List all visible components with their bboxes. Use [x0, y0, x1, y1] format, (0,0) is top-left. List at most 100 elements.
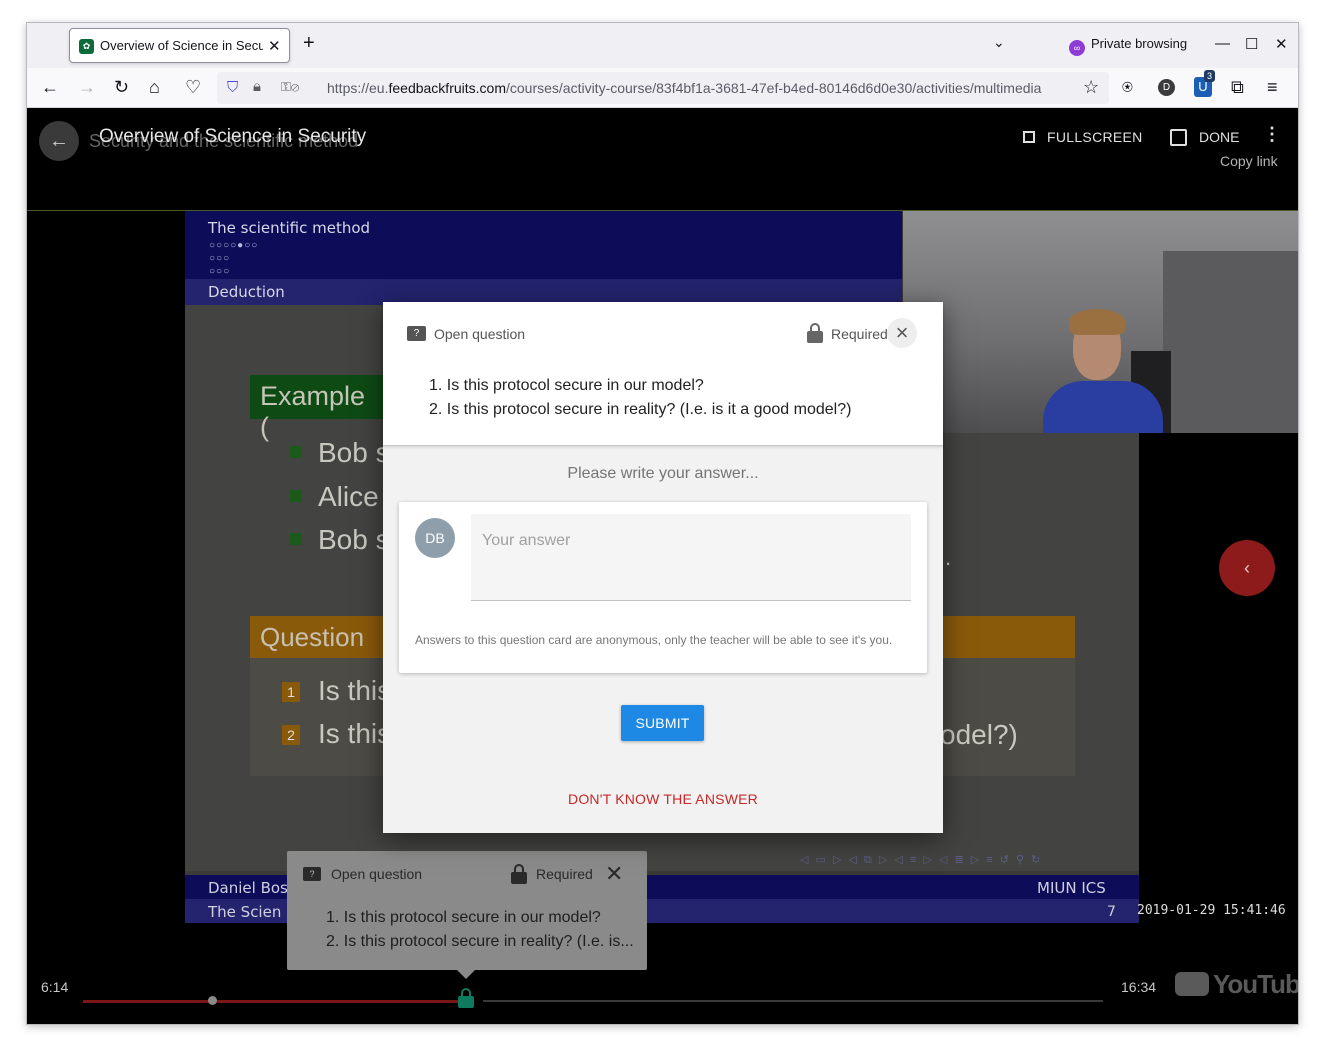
tab-strip: ✿ Overview of Science in Secu ✕ + ⌄ ∞ Pri…	[27, 23, 1298, 68]
maximize-icon[interactable]: ☐	[1245, 35, 1258, 53]
slide-subsection: Deduction	[208, 283, 285, 301]
progress-played[interactable]	[83, 1000, 460, 1003]
webcam-shelf	[1163, 251, 1298, 433]
checkbox-icon	[1170, 129, 1187, 146]
fullscreen-label: FULLSCREEN	[1047, 129, 1143, 145]
private-browsing-indicator: ∞ Private browsing	[1069, 36, 1187, 56]
avatar: DB	[415, 518, 455, 558]
recording-timestamp: 2019-01-29 15:41:46	[1137, 903, 1286, 918]
private-browsing-label: Private browsing	[1091, 36, 1188, 51]
question-tail-text: odel?)	[940, 719, 1018, 750]
youtube-label: YouTube	[1213, 969, 1299, 999]
back-icon[interactable]: ←	[41, 77, 59, 97]
youtube-logo[interactable]: YouTube	[1175, 969, 1299, 1000]
page-content: ← Security and the scientific method Ove…	[27, 109, 1299, 1024]
answer-prompt: Please write your answer...	[567, 465, 759, 482]
url-bar[interactable]: ⛉ 🔒︎ ⚿⊘ https://eu.feedbackfruits.com/co…	[217, 72, 1109, 104]
dont-know-button[interactable]: DON'T KNOW THE ANSWER	[383, 791, 943, 807]
close-preview-icon[interactable]: ✕	[605, 861, 623, 887]
preview-question-1: 1. Is this protocol secure in our model?	[326, 909, 601, 926]
account-avatar-icon[interactable]: D	[1158, 79, 1175, 96]
bullet-square-icon	[290, 533, 302, 545]
bookmark-star-icon[interactable]: ☆	[1083, 77, 1099, 98]
bullet-text: Alice	[318, 481, 379, 512]
feedbackfruits-favicon-icon: ✿	[79, 39, 94, 54]
private-mask-icon: ∞	[1069, 40, 1085, 56]
browser-tab[interactable]: ✿ Overview of Science in Secu ✕	[69, 28, 290, 63]
youtube-play-icon	[1175, 972, 1209, 996]
example-block-title: Example (	[250, 375, 390, 442]
url-text[interactable]: https://eu.feedbackfruits.com/courses/ac…	[327, 80, 1075, 96]
slide-period: .	[945, 545, 952, 570]
slide-section: The scientific method	[208, 219, 371, 237]
forward-icon[interactable]: →	[78, 77, 96, 97]
slide-question-item: 2 Is this	[282, 718, 391, 750]
question-text: Is this	[318, 675, 392, 706]
required-label: Required	[831, 326, 888, 342]
webcam-inset	[903, 211, 1298, 433]
extensions-puzzle-icon[interactable]: ⧉	[1231, 77, 1244, 97]
slide-header: The scientific method ○○○○●○○ ○○○ ○○○	[185, 211, 902, 279]
preview-question-2: 2. Is this protocol secure in reality? (…	[326, 933, 634, 950]
question-1: 1. Is this protocol secure in our model?	[429, 377, 704, 394]
progress-knob[interactable]	[208, 996, 217, 1005]
minimize-icon[interactable]: —	[1215, 35, 1230, 52]
previous-question-chevron-icon[interactable]: ‹	[1219, 540, 1275, 596]
tab-title: Overview of Science in Secu	[100, 38, 263, 53]
bullet-square-icon	[290, 490, 302, 502]
progress-remaining[interactable]	[483, 1000, 1103, 1002]
current-time: 6:14	[41, 979, 69, 995]
beamer-nav-symbols: ◁ ▭ ▷ ◁ ⧉ ▷ ◁ ≡ ▷ ◁ ≣ ▷ ≡ ↺ ⚲ ↻	[800, 854, 1043, 866]
close-tab-icon[interactable]: ✕	[268, 37, 281, 55]
tracking-protection-shield-icon[interactable]: ⛉	[227, 79, 238, 96]
question-type-label: Open question	[331, 866, 423, 882]
browser-window: ✿ Overview of Science in Secu ✕ + ⌄ ∞ Pri…	[26, 22, 1299, 1025]
answer-card: DB Answers to this question card are ano…	[399, 502, 927, 673]
navigation-bar: ← → ↻ ⌂ ♡ ⛉ 🔒︎ ⚿⊘ https://eu.feedbackfru…	[27, 68, 1298, 108]
submit-button[interactable]: SUBMIT	[621, 705, 704, 741]
home-icon[interactable]: ⌂	[149, 77, 160, 97]
preview-card-pointer	[457, 970, 475, 979]
slide-bullet: Alice	[290, 481, 379, 513]
video-title: Overview of Science in Security	[99, 126, 367, 147]
menu-hamburger-icon[interactable]: ≡	[1267, 77, 1278, 97]
list-all-tabs-chevron-icon[interactable]: ⌄	[993, 34, 1005, 51]
lock-icon[interactable]: 🔒︎	[253, 78, 261, 95]
url-prefix: https://eu.	[327, 80, 389, 96]
fullscreen-icon	[1023, 131, 1035, 143]
dialog-header: ? Open question Required × 1. Is this pr…	[383, 302, 943, 446]
pocket-icon[interactable]: ♡	[185, 77, 201, 97]
new-tab-icon[interactable]: +	[303, 32, 315, 55]
copy-link-tooltip: Copy link	[1220, 153, 1278, 169]
close-window-icon[interactable]: ✕	[1275, 35, 1288, 53]
slide-author: Daniel Bos	[208, 879, 288, 897]
anonymity-note: Answers to this question card are anonym…	[415, 633, 893, 647]
question-type-label: Open question	[434, 326, 526, 342]
extension-badge: 3	[1204, 70, 1216, 82]
required-lock-icon	[511, 864, 527, 884]
slide-footer-title: The Scien	[208, 903, 282, 921]
permissions-icon[interactable]: ⚿⊘	[281, 79, 299, 95]
question-marker-lock-icon[interactable]	[458, 988, 475, 1008]
slide-nav-dots: ○○○○●○○ ○○○ ○○○	[209, 240, 259, 277]
close-dialog-icon[interactable]: ×	[887, 318, 917, 348]
done-checkbox[interactable]: DONE	[1170, 129, 1239, 146]
duration: 16:34	[1121, 979, 1157, 995]
bullet-text: Bob s	[318, 437, 390, 468]
required-lock-icon	[807, 323, 823, 343]
answer-input[interactable]	[471, 514, 911, 601]
more-options-icon[interactable]: ⋮	[1263, 125, 1281, 143]
reload-icon[interactable]: ↻	[114, 77, 129, 97]
save-to-pocket-icon[interactable]: ⍟	[1122, 77, 1133, 97]
back-arrow-icon[interactable]: ←	[39, 121, 79, 161]
question-card-icon: ?	[407, 326, 426, 341]
bullet-text: Bob s	[318, 524, 390, 555]
bullet-square-icon	[290, 446, 302, 458]
question-card-icon: ?	[303, 867, 321, 881]
url-domain: feedbackfruits.com	[388, 80, 506, 96]
presenter-hair	[1069, 309, 1125, 335]
question-preview-card[interactable]: ? Open question Required ✕ 1. Is this pr…	[287, 851, 647, 970]
fullscreen-button[interactable]: FULLSCREEN	[1023, 129, 1143, 145]
question-number: 2	[282, 725, 300, 745]
required-label: Required	[536, 866, 593, 882]
